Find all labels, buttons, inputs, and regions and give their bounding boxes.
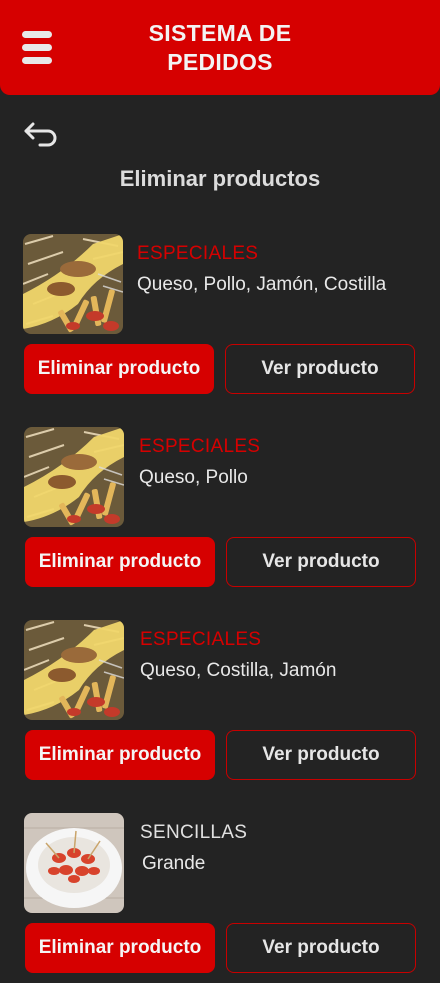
- view-product-button[interactable]: Ver producto: [226, 730, 416, 780]
- product-image: [24, 620, 124, 720]
- product-category: SENCILLAS: [140, 822, 248, 843]
- app-header: SISTEMA DE PEDIDOS: [0, 0, 440, 95]
- delete-product-button[interactable]: Eliminar producto: [25, 730, 215, 780]
- product-image: [24, 427, 124, 527]
- view-product-button[interactable]: Ver producto: [226, 923, 416, 973]
- view-product-button[interactable]: Ver producto: [226, 537, 416, 587]
- product-description: Queso, Pollo, Jamón, Costilla: [137, 274, 387, 295]
- product-image: [24, 813, 124, 913]
- product-description: Queso, Pollo: [139, 467, 248, 488]
- product-card: ESPECIALES Queso, Pollo, Jamón, Costilla E…: [0, 234, 440, 404]
- product-category: ESPECIALES: [140, 629, 262, 650]
- product-image: [23, 234, 123, 334]
- product-card: SENCILLAS Grande Eliminar producto Ver prod…: [0, 813, 440, 983]
- product-category: ESPECIALES: [137, 243, 259, 264]
- app-title-line2: PEDIDOS: [167, 49, 273, 75]
- delete-product-button[interactable]: Eliminar producto: [25, 923, 215, 973]
- product-description: Queso, Costilla, Jamón: [140, 660, 337, 681]
- app-title: SISTEMA DE PEDIDOS: [0, 19, 440, 77]
- product-card: ESPECIALES Queso, Pollo Eliminar producto V…: [0, 427, 440, 597]
- product-card: ESPECIALES Queso, Costilla, Jamón Eliminar…: [0, 620, 440, 790]
- back-arrow-icon[interactable]: [22, 120, 60, 150]
- delete-product-button[interactable]: Eliminar producto: [25, 537, 215, 587]
- delete-product-button[interactable]: Eliminar producto: [24, 344, 214, 394]
- page-title: Eliminar productos: [119, 166, 321, 191]
- product-description: Grande: [142, 853, 206, 874]
- product-category: ESPECIALES: [139, 436, 261, 457]
- view-product-button[interactable]: Ver producto: [225, 344, 415, 394]
- app-title-line1: SISTEMA DE: [148, 20, 292, 46]
